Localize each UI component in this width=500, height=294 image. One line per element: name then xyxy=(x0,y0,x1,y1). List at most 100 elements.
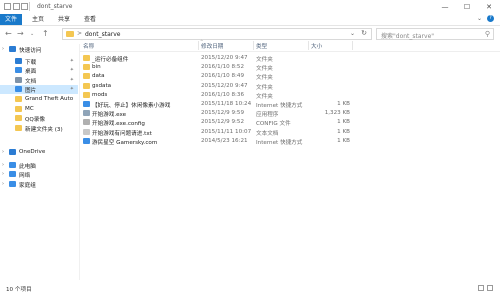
folder-icon xyxy=(15,106,22,112)
refresh-icon[interactable]: ↻ xyxy=(361,29,367,37)
address-bar[interactable]: > dont_starve ⌄ ↻ xyxy=(62,28,372,40)
folder-icon xyxy=(83,91,90,98)
file-type: 文件夹 xyxy=(256,75,273,82)
table-row[interactable]: 游民星空 Gamersky.com 2014/5/23 16:21 Internet… xyxy=(80,137,500,146)
title-bar: dont_starve — ☐ ✕ xyxy=(0,0,500,14)
file-name: 开始游戏.exe xyxy=(92,112,127,119)
search-icon[interactable]: ⚲ xyxy=(485,30,490,38)
table-row[interactable]: 开始游戏.exe 2015/12/9 9:59 应用程序 1,323 KB xyxy=(80,109,500,118)
file-name: data xyxy=(92,73,105,80)
sidebar-item-label: Grand Theft Auto xyxy=(25,96,74,102)
file-name: _运行必备组件 xyxy=(92,57,129,63)
config-file-icon xyxy=(83,119,90,126)
forward-arrow-icon[interactable]: → xyxy=(17,29,24,38)
properties-icon[interactable] xyxy=(13,3,20,10)
sidebar-item[interactable]: 新建文件夹 (3) xyxy=(0,124,78,133)
sidebar-item-label: 桌面 xyxy=(25,69,37,75)
sidebar-item[interactable]: 文档 ✦ xyxy=(0,76,78,85)
file-type: Internet 快捷方式 xyxy=(256,139,303,146)
table-row[interactable]: gsdata 2015/12/20 9:47 文件夹 xyxy=(80,82,500,91)
folder-icon xyxy=(15,125,22,131)
sidebar-item-label: 家庭组 xyxy=(19,183,36,189)
pin-icon: ✦ xyxy=(69,58,74,64)
sidebar-item[interactable]: › OneDrive xyxy=(0,148,78,157)
ribbon: 文件 主页 共享 查看 ⌄ ? xyxy=(0,14,500,26)
table-row[interactable]: 开始游戏.exe.config 2015/12/9 9:52 CONFIG 文件 1 … xyxy=(80,118,500,127)
file-name: 【好玩、停止】休闲像素小游戏 xyxy=(92,103,171,109)
table-row[interactable]: data 2016/1/10 8:49 文件夹 xyxy=(80,72,500,81)
file-size: 1 KB xyxy=(337,137,350,144)
sidebar-item[interactable]: 下载 ✦ xyxy=(0,57,78,66)
back-arrow-icon[interactable]: ← xyxy=(5,29,12,38)
tab-home[interactable]: 主页 xyxy=(28,14,48,25)
title-separator xyxy=(29,2,30,11)
file-type: 文件夹 xyxy=(256,66,273,73)
table-row[interactable]: _运行必备组件 2015/12/20 9:47 文件夹 xyxy=(80,54,500,63)
column-type[interactable]: 类型 xyxy=(256,42,267,50)
recent-locations-icon[interactable]: ⌄ xyxy=(30,31,34,37)
search-placeholder: 搜索"dont_starve" xyxy=(381,33,435,40)
folder-icon xyxy=(15,96,22,102)
column-date[interactable]: 修改日期 xyxy=(201,42,223,50)
sidebar-item-label: OneDrive xyxy=(19,149,46,155)
column-name[interactable]: 名称 xyxy=(83,42,94,50)
folder-icon xyxy=(83,82,90,89)
table-row[interactable]: 开始游戏有问题请进.txt 2015/11/11 10:07 文本文档 1 KB xyxy=(80,128,500,137)
file-type: Internet 快捷方式 xyxy=(256,103,303,109)
file-size: 1 KB xyxy=(337,101,350,107)
minimize-button[interactable]: — xyxy=(434,0,456,14)
expand-chevron-icon[interactable]: › xyxy=(2,162,4,168)
column-separator[interactable] xyxy=(308,41,309,50)
expand-chevron-icon[interactable]: › xyxy=(2,46,4,52)
sidebar-item[interactable]: › 快速访问 xyxy=(0,45,78,54)
sidebar-item-label: 下载 xyxy=(25,60,37,66)
table-row[interactable]: bin 2016/1/10 8:52 文件夹 xyxy=(80,63,500,72)
tab-view[interactable]: 查看 xyxy=(80,14,100,25)
file-list: ^ 名称 修改日期 类型 大小 _运行必备组件 2015/12/20 9:47 文件… xyxy=(80,39,500,280)
expand-chevron-icon[interactable]: › xyxy=(2,171,4,177)
large-icons-view-icon[interactable] xyxy=(487,285,493,291)
maximize-button[interactable]: ☐ xyxy=(456,0,478,14)
sidebar-item[interactable]: 桌面 ✦ xyxy=(0,66,78,75)
sidebar-item[interactable]: › 此电脑 xyxy=(0,161,78,170)
new-folder-icon[interactable] xyxy=(21,3,28,10)
close-button[interactable]: ✕ xyxy=(478,0,500,14)
up-arrow-icon[interactable]: ↑ xyxy=(42,29,49,38)
tab-file[interactable]: 文件 xyxy=(0,14,22,25)
folder-icon xyxy=(15,115,22,121)
file-name: 开始游戏.exe.config xyxy=(92,121,145,128)
expand-ribbon-chevron-icon[interactable]: ⌄ xyxy=(477,15,482,22)
file-size: 1 KB xyxy=(337,119,350,126)
details-view-icon[interactable] xyxy=(478,285,484,291)
sidebar-item[interactable]: MC xyxy=(0,105,78,114)
column-separator[interactable] xyxy=(253,41,254,50)
file-date: 2015/12/9 9:52 xyxy=(201,119,245,126)
column-size[interactable]: 大小 xyxy=(311,42,322,50)
sidebar-item-label: 网络 xyxy=(19,173,31,179)
folder-app-icon xyxy=(4,3,11,10)
sidebar-item[interactable]: 图片 ✦ xyxy=(0,85,78,94)
tab-share[interactable]: 共享 xyxy=(54,14,74,25)
expand-chevron-icon[interactable]: › xyxy=(2,181,4,187)
expand-chevron-icon[interactable]: › xyxy=(2,149,4,155)
file-date: 2016/1/10 8:52 xyxy=(201,64,245,71)
breadcrumb-current[interactable]: dont_starve xyxy=(85,31,121,38)
sidebar-item[interactable]: › 网络 xyxy=(0,170,78,179)
sidebar-item[interactable]: › 家庭组 xyxy=(0,180,78,189)
address-dropdown-icon[interactable]: ⌄ xyxy=(350,30,355,37)
search-input[interactable]: 搜索"dont_starve" ⚲ xyxy=(376,28,494,40)
pin-icon: ✦ xyxy=(69,86,74,92)
sidebar-item[interactable]: QQ录像 xyxy=(0,114,78,123)
help-icon[interactable]: ? xyxy=(487,15,494,22)
internet-shortcut-icon xyxy=(83,101,90,107)
text-file-icon xyxy=(83,128,90,135)
table-row[interactable]: 【好玩、停止】休闲像素小游戏 2015/11/18 10:24 Internet 快… xyxy=(80,100,500,109)
column-separator[interactable] xyxy=(198,41,199,50)
desktop-icon xyxy=(15,67,22,73)
status-bar: 10 个项目 xyxy=(0,282,500,294)
file-type: CONFIG 文件 xyxy=(256,121,291,128)
column-separator[interactable] xyxy=(352,41,353,50)
sidebar-item[interactable]: Grand Theft Auto xyxy=(0,95,78,104)
sidebar-item-label: 文档 xyxy=(25,79,37,85)
table-row[interactable]: mods 2016/1/10 8:36 文件夹 xyxy=(80,91,500,100)
